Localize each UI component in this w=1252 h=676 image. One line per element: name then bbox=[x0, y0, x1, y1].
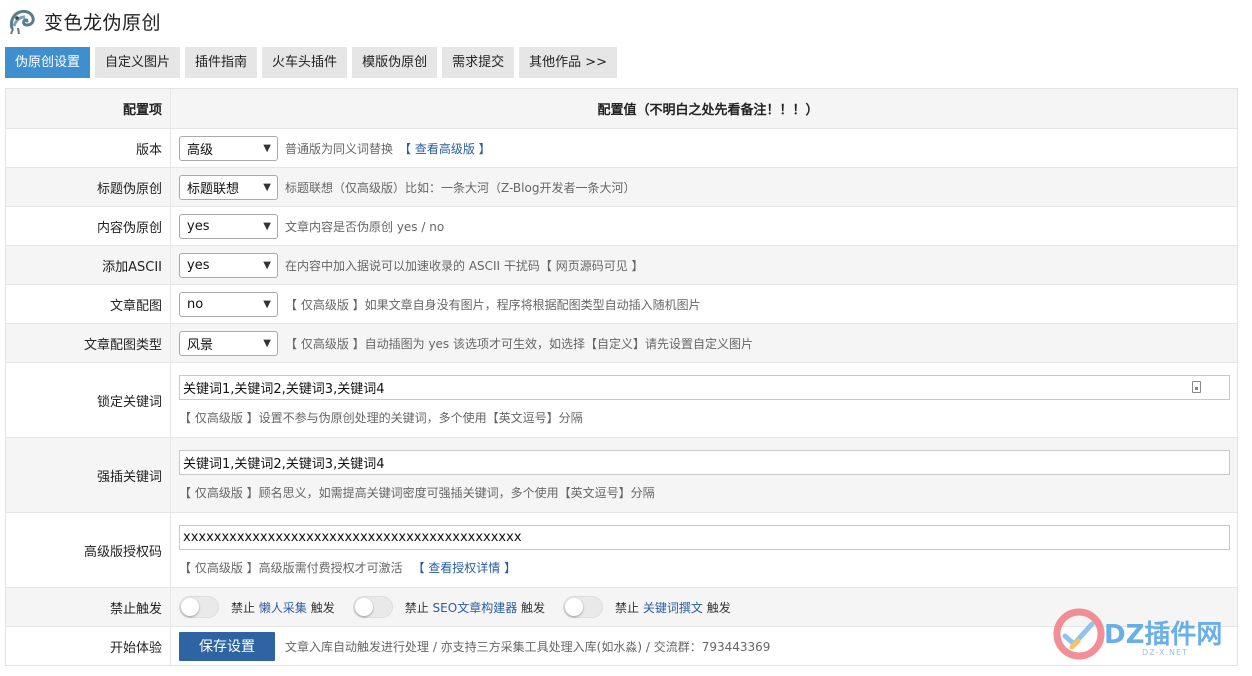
watermark: DZ插件网 DZ-X.NET bbox=[1052, 606, 1242, 664]
title-rewrite-label: 标题伪原创 bbox=[6, 168, 171, 206]
start-desc: 文章入库自动触发进行处理 / 亦支持三方采集工具处理入库(如水淼) / 交流群：… bbox=[285, 639, 771, 654]
chevron-down-icon: ▼ bbox=[263, 259, 271, 271]
save-settings-button[interactable]: 保存设置 bbox=[179, 631, 275, 661]
tab-bar: 伪原创设置 自定义图片 插件指南 火车头插件 模版伪原创 需求提交 其他作品 >… bbox=[5, 47, 622, 78]
insert-keywords-input[interactable]: 关键词1,关键词2,关键词3,关键词4 bbox=[179, 449, 1230, 475]
license-hint-row: 【 仅高级版 】高级版需付费授权才可激活 【 查看授权详情 】 bbox=[179, 559, 516, 576]
lock-keywords-input[interactable]: 关键词1,关键词2,关键词3,关键词4 bbox=[179, 374, 1230, 400]
content-rewrite-label: 内容伪原创 bbox=[6, 207, 171, 245]
image-desc: 【 仅高级版 】如果文章自身没有图片，程序将根据配图类型自动插入随机图片 bbox=[285, 297, 701, 312]
content-rewrite-select[interactable]: yes ▼ bbox=[179, 213, 278, 239]
image-select[interactable]: no ▼ bbox=[179, 291, 278, 317]
lock-keywords-hint: 【 仅高级版 】设置不参与伪原创处理的关键词，多个使用【英文逗号】分隔 bbox=[179, 410, 583, 425]
settings-table: 配置项 配置值（不明白之处先看备注！！！） 版本 高级 ▼ 普通版为同义词替换 … bbox=[5, 88, 1238, 666]
tab-locomotive-plugin[interactable]: 火车头插件 bbox=[262, 47, 348, 78]
row-image-type: 文章配图类型 风景 ▼ 【 仅高级版 】自动插图为 yes 该选项才可生效，如选… bbox=[6, 323, 1237, 362]
row-insert-keywords: 强插关键词 关键词1,关键词2,关键词3,关键词4 【 仅高级版 】顾名思义，如… bbox=[6, 437, 1237, 512]
disable-seo-builder: 禁止 SEO文章构建器 触发 bbox=[352, 596, 545, 618]
chameleon-logo-icon bbox=[9, 9, 35, 35]
tab-other-works[interactable]: 其他作品 >> bbox=[519, 47, 618, 78]
row-ascii: 添加ASCII yes ▼ 在内容中加入据说可以加速收录的 ASCII 干扰码【… bbox=[6, 245, 1237, 284]
license-label: 高级版授权码 bbox=[6, 513, 171, 587]
tab-rewrite-settings[interactable]: 伪原创设置 bbox=[5, 47, 91, 78]
row-title-rewrite: 标题伪原创 标题联想 ▼ 标题联想（仅高级版）比如：一条大河（Z-Blog开发者… bbox=[6, 167, 1237, 206]
chevron-down-icon: ▼ bbox=[263, 220, 271, 232]
keyboard-icon[interactable] bbox=[1192, 381, 1201, 393]
chevron-down-icon: ▼ bbox=[263, 298, 271, 310]
row-version: 版本 高级 ▼ 普通版为同义词替换 【 查看高级版 】 bbox=[6, 128, 1237, 167]
row-lock-keywords: 锁定关键词 关键词1,关键词2,关键词3,关键词4 【 仅高级版 】设置不参与伪… bbox=[6, 362, 1237, 437]
content-rewrite-desc: 文章内容是否伪原创 yes / no bbox=[285, 219, 445, 234]
title-rewrite-desc: 标题联想（仅高级版）比如：一条大河（Z-Blog开发者一条大河） bbox=[285, 180, 636, 195]
insert-keywords-hint: 【 仅高级版 】顾名思义，如需提高关键词密度可强插关键词，多个使用【英文逗号】分… bbox=[179, 485, 655, 500]
ascii-label: 添加ASCII bbox=[6, 246, 171, 284]
license-hint: 【 仅高级版 】高级版需付费授权才可激活 bbox=[179, 560, 403, 575]
watermark-brand: DZ插件网 bbox=[1104, 620, 1223, 650]
watermark-url: DZ-X.NET bbox=[1142, 648, 1188, 657]
app-title: 变色龙伪原创 bbox=[44, 11, 162, 34]
keyword-writer-link[interactable]: 关键词撰文 bbox=[643, 601, 703, 615]
row-image: 文章配图 no ▼ 【 仅高级版 】如果文章自身没有图片，程序将根据配图类型自动… bbox=[6, 284, 1237, 323]
disable-trigger-label: 禁止触发 bbox=[6, 588, 171, 626]
disable-keyword-writer: 禁止 关键词撰文 触发 bbox=[563, 596, 731, 618]
row-content-rewrite: 内容伪原创 yes ▼ 文章内容是否伪原创 yes / no bbox=[6, 206, 1237, 245]
license-input[interactable]: xxxxxxxxxxxxxxxxxxxxxxxxxxxxxxxxxxxxxxxx… bbox=[179, 524, 1230, 550]
row-license: 高级版授权码 xxxxxxxxxxxxxxxxxxxxxxxxxxxxxxxxx… bbox=[6, 512, 1237, 587]
tab-custom-images[interactable]: 自定义图片 bbox=[95, 47, 181, 78]
chevron-down-icon: ▼ bbox=[263, 142, 271, 154]
seo-builder-toggle[interactable] bbox=[352, 596, 393, 618]
start-label: 开始体验 bbox=[6, 627, 171, 665]
app-header: 变色龙伪原创 bbox=[8, 5, 161, 37]
image-type-desc: 【 仅高级版 】自动插图为 yes 该选项才可生效，如选择【自定义】请先设置自定… bbox=[285, 336, 753, 351]
tab-template-rewrite[interactable]: 模版伪原创 bbox=[352, 47, 438, 78]
header-value: 配置值（不明白之处先看备注！！！） bbox=[597, 103, 819, 118]
title-rewrite-select[interactable]: 标题联想 ▼ bbox=[179, 174, 278, 200]
version-label: 版本 bbox=[6, 129, 171, 167]
seo-builder-link[interactable]: SEO文章构建器 bbox=[433, 601, 518, 615]
lazy-collect-toggle[interactable] bbox=[179, 596, 219, 618]
view-advanced-link[interactable]: 【 查看高级版 】 bbox=[399, 140, 491, 157]
header-key: 配置项 bbox=[6, 89, 171, 128]
ascii-select[interactable]: yes ▼ bbox=[179, 252, 278, 278]
lazy-collect-link[interactable]: 懒人采集 bbox=[259, 601, 307, 615]
disable-lazy-collect: 禁止 懒人采集 触发 bbox=[179, 596, 335, 618]
lock-keywords-label: 锁定关键词 bbox=[6, 363, 171, 437]
tab-requirement-submit[interactable]: 需求提交 bbox=[442, 47, 515, 78]
image-type-select[interactable]: 风景 ▼ bbox=[179, 330, 278, 356]
table-header-row: 配置项 配置值（不明白之处先看备注！！！） bbox=[6, 89, 1237, 128]
view-license-link[interactable]: 【 查看授权详情 】 bbox=[412, 561, 516, 575]
tab-plugin-guide[interactable]: 插件指南 bbox=[185, 47, 258, 78]
insert-keywords-label: 强插关键词 bbox=[6, 438, 171, 512]
chevron-down-icon: ▼ bbox=[263, 337, 271, 349]
ascii-desc: 在内容中加入据说可以加速收录的 ASCII 干扰码【 网页源码可见 】 bbox=[285, 258, 644, 273]
version-select[interactable]: 高级 ▼ bbox=[179, 135, 278, 161]
image-label: 文章配图 bbox=[6, 285, 171, 323]
image-type-label: 文章配图类型 bbox=[6, 324, 171, 362]
version-desc: 普通版为同义词替换 bbox=[285, 141, 394, 156]
keyword-writer-toggle[interactable] bbox=[563, 596, 604, 618]
chevron-down-icon: ▼ bbox=[263, 181, 271, 193]
